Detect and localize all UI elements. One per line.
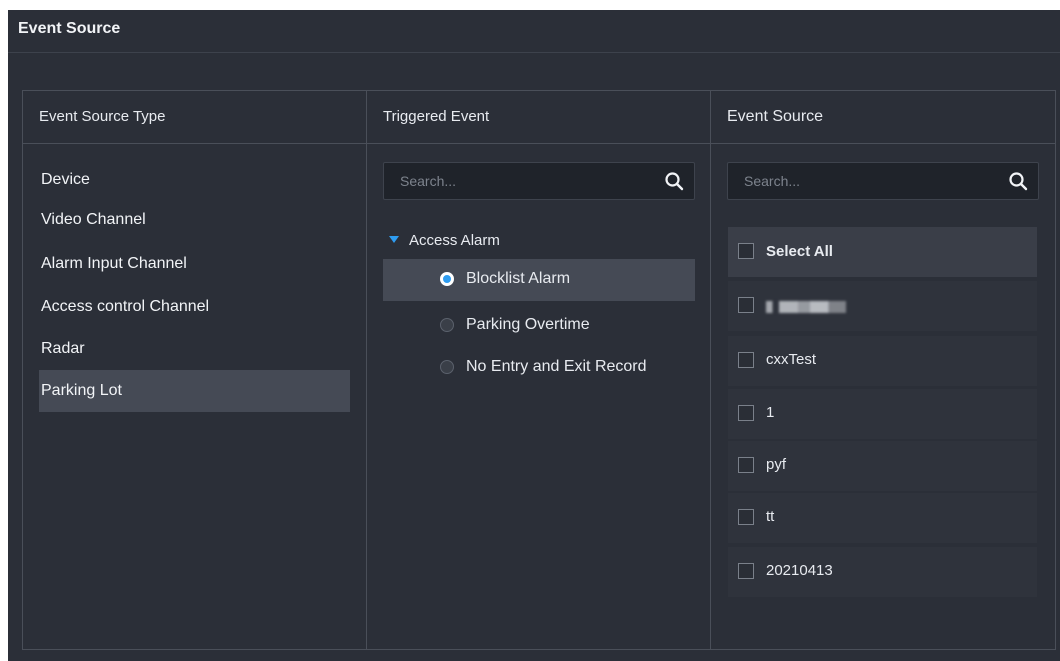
caret-down-icon[interactable] — [389, 236, 399, 243]
select-all-row[interactable]: Select All — [728, 227, 1037, 277]
event-source-item[interactable]: tt — [728, 493, 1037, 543]
event-option-label: Blocklist Alarm — [466, 270, 571, 287]
source-type-item-video-channel[interactable]: Video Channel — [39, 199, 350, 241]
event-option-parking-overtime[interactable]: Parking Overtime — [383, 305, 695, 347]
triggered-event-search-input[interactable] — [384, 163, 648, 199]
source-type-item-parking-lot[interactable]: Parking Lot — [39, 370, 350, 412]
item-label: cxxTest — [766, 351, 817, 368]
item-label: 20210413 — [766, 562, 833, 579]
item-checkbox[interactable] — [738, 297, 754, 313]
radio-unselected[interactable] — [440, 318, 454, 332]
item-label: pyf — [766, 456, 787, 473]
column-title: Event Source Type — [39, 108, 166, 125]
event-source-item[interactable]: pyf — [728, 441, 1037, 491]
search-icon[interactable] — [1008, 171, 1028, 191]
source-type-item-radar[interactable]: Radar — [39, 328, 350, 370]
item-checkbox[interactable] — [738, 457, 754, 473]
event-source-frame: Event Source Type Device Video Channel A… — [22, 90, 1056, 650]
event-option-no-entry-exit-record[interactable]: No Entry and Exit Record — [383, 347, 695, 389]
item-label: tt — [766, 508, 775, 525]
event-option-label: Parking Overtime — [466, 316, 590, 333]
event-source-item[interactable] — [728, 281, 1037, 331]
column-header: Event Source Type — [23, 91, 366, 144]
source-type-item-access-control-channel[interactable]: Access control Channel — [39, 286, 350, 328]
column-title: Triggered Event — [383, 108, 490, 125]
panel-header: Event Source — [8, 10, 1060, 53]
item-checkbox[interactable] — [738, 352, 754, 368]
select-all-label: Select All — [766, 243, 833, 260]
blurred-name — [766, 301, 846, 313]
search-icon[interactable] — [664, 171, 684, 191]
tree-group-access-alarm[interactable]: Access Alarm — [389, 230, 500, 252]
event-source-item[interactable]: cxxTest — [728, 336, 1037, 386]
triggered-event-column: Triggered Event Access Alarm Blocklist A… — [367, 91, 711, 649]
source-type-item-device[interactable]: Device — [39, 159, 350, 201]
event-source-search — [727, 162, 1039, 200]
radio-unselected[interactable] — [440, 360, 454, 374]
event-source-panel: Event Source Event Source Type Device Vi… — [8, 10, 1060, 661]
event-source-type-column: Event Source Type Device Video Channel A… — [23, 91, 367, 649]
item-checkbox[interactable] — [738, 405, 754, 421]
triggered-event-search — [383, 162, 695, 200]
event-source-item[interactable]: 20210413 — [728, 547, 1037, 597]
radio-selected[interactable] — [440, 272, 454, 286]
event-option-blocklist-alarm[interactable]: Blocklist Alarm — [383, 259, 695, 301]
tree-group-label: Access Alarm — [409, 232, 500, 249]
event-source-item[interactable]: 1 — [728, 389, 1037, 439]
item-checkbox[interactable] — [738, 509, 754, 525]
event-source-column: Event Source Select All cxxTest — [711, 91, 1055, 649]
panel-title: Event Source — [18, 20, 121, 37]
column-header: Triggered Event — [367, 91, 710, 144]
select-all-checkbox[interactable] — [738, 243, 754, 259]
event-source-search-input[interactable] — [728, 163, 992, 199]
source-type-item-alarm-input-channel[interactable]: Alarm Input Channel — [39, 243, 350, 285]
item-label: 1 — [766, 404, 775, 421]
item-checkbox[interactable] — [738, 563, 754, 579]
event-option-label: No Entry and Exit Record — [466, 358, 647, 375]
column-header: Event Source — [711, 91, 1055, 144]
column-title: Event Source — [727, 108, 824, 125]
